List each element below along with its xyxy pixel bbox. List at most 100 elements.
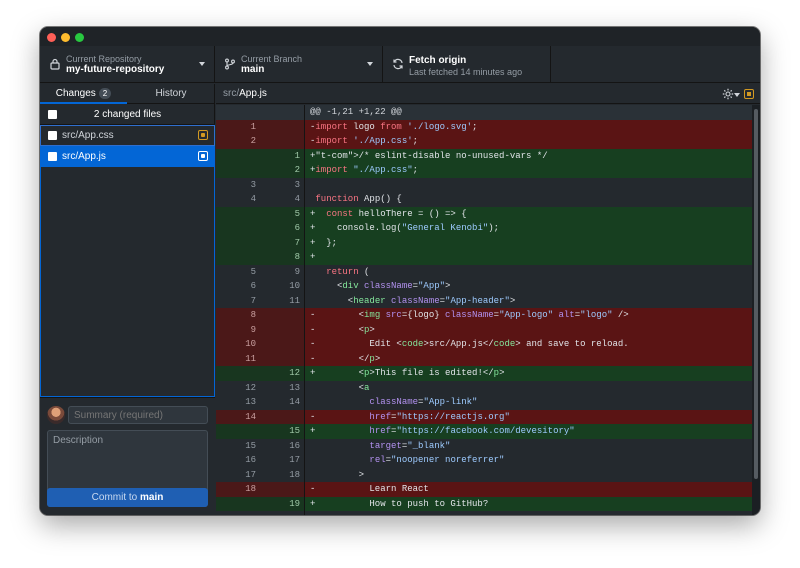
new-line-number — [260, 482, 304, 497]
tab-changes[interactable]: Changes 2 — [40, 84, 127, 104]
diff-line-del[interactable]: 8 - <img src={logo} className="App-logo" … — [216, 308, 752, 323]
fetch-origin-button[interactable]: Fetch origin Last fetched 14 minutes ago — [383, 46, 551, 83]
file-checkbox[interactable] — [48, 131, 57, 140]
diff-line-del[interactable]: 14 - href="https://reactjs.org" — [216, 409, 752, 424]
diff-line-add[interactable]: 15 + href="https://facebook.com/devesitor… — [216, 424, 752, 439]
toolbar: Current Repository my-future-repository … — [40, 46, 760, 83]
diff-scrollbar[interactable] — [752, 105, 760, 515]
diff-line-ctx[interactable]: 33 — [216, 177, 752, 192]
old-line-number: 10 — [216, 337, 260, 352]
diff-line-ctx[interactable]: 7 11 <header className="App-header"> — [216, 293, 752, 308]
old-line-number: 9 — [216, 322, 260, 337]
new-line-number — [260, 337, 304, 352]
sidebar: Changes 2 History 2 changed files src/App… — [40, 84, 215, 515]
diff-line-add[interactable]: 19 + How to push to GitHub? — [216, 496, 752, 511]
modified-file-icon — [198, 130, 208, 140]
old-line-number: 7 — [216, 293, 260, 308]
diff-line-code: - </p> — [305, 351, 752, 366]
old-line-number: 18 — [216, 482, 260, 497]
diff-file-path: src/App.js — [223, 88, 267, 99]
close-window-button[interactable] — [47, 33, 56, 42]
minimize-window-button[interactable] — [61, 33, 70, 42]
diff-line-del[interactable]: 1 -import logo from './logo.svg'; — [216, 119, 752, 134]
diff-line-code: target="_blank" — [305, 438, 752, 453]
description-placeholder: Description — [53, 435, 104, 446]
summary-input[interactable] — [68, 406, 208, 424]
diff-line-ctx[interactable]: 13 14 className="App-link" — [216, 395, 752, 410]
select-all-checkbox[interactable] — [48, 110, 57, 119]
new-line-number: 11 — [260, 293, 304, 308]
old-line-number: 1 — [216, 119, 260, 134]
gear-icon[interactable] — [722, 88, 734, 100]
scrollbar-thumb[interactable] — [754, 109, 758, 479]
diff-line-code: - <p> — [305, 322, 752, 337]
avatar — [47, 406, 65, 424]
new-line-number: 9 — [260, 264, 304, 279]
commit-button[interactable]: Commit to main — [47, 488, 208, 507]
diff-line-ctx[interactable]: 12 13 <a — [216, 380, 752, 395]
diff-line-del[interactable]: 18 - Learn React — [216, 482, 752, 497]
diff-line-ctx[interactable]: 15 16 target="_blank" — [216, 438, 752, 453]
new-line-number: 8 — [260, 250, 304, 265]
diff-line-hunk[interactable]: @@ -1,21 +1,22 @@ — [216, 105, 752, 120]
file-item-app-js[interactable]: src/App.js — [40, 146, 215, 167]
old-line-number: 12 — [216, 380, 260, 395]
lock-icon — [50, 58, 60, 70]
diff-line-del[interactable]: 2 -import './App.css'; — [216, 134, 752, 149]
last-fetched-status: Last fetched 14 minutes ago — [409, 67, 523, 77]
old-line-number — [216, 496, 260, 511]
diff-line-code: - href="https://reactjs.org" — [305, 409, 752, 424]
old-line-number — [216, 235, 260, 250]
diff-line-code: rel="noopener noreferrer" — [305, 453, 752, 468]
current-repository-dropdown[interactable]: Current Repository my-future-repository — [40, 46, 215, 83]
file-checkbox[interactable] — [48, 152, 57, 161]
diff-path-file: App.js — [239, 88, 267, 99]
diff-line-add[interactable]: 8 + — [216, 250, 752, 265]
new-line-number: 10 — [260, 279, 304, 294]
diff-line-del[interactable]: 9 - <p> — [216, 322, 752, 337]
modified-file-icon — [198, 151, 208, 161]
diff-line-ctx[interactable]: 6 10 <div className="App"> — [216, 279, 752, 294]
sidebar-tabs: Changes 2 History — [40, 84, 215, 104]
diff-line-del[interactable]: 10 - Edit <code>src/App.js</code> and sav… — [216, 337, 752, 352]
diff-line-ctx[interactable]: 17 18 > — [216, 467, 752, 482]
diff-line-add[interactable]: 1 +"t-com">/* eslint-disable no-unused-va… — [216, 148, 752, 163]
diff-line-code: > — [305, 467, 752, 482]
repository-label: Current Repository — [66, 54, 142, 64]
app-window: Current Repository my-future-repository … — [40, 27, 760, 515]
old-line-number — [216, 148, 260, 163]
diff-line-ctx[interactable]: 44 function App() { — [216, 192, 752, 207]
file-item-app-css[interactable]: src/App.css — [40, 125, 215, 146]
new-line-number: 6 — [260, 221, 304, 236]
tab-history-label: History — [155, 88, 187, 99]
sync-icon — [393, 58, 403, 70]
old-line-number — [216, 105, 260, 120]
diff-line-ctx[interactable]: 16 17 rel="noopener noreferrer" — [216, 453, 752, 468]
diff-line-add[interactable]: 2 +import "./App.css"; — [216, 163, 752, 178]
chevron-down-icon[interactable] — [734, 93, 740, 97]
diff-line-ctx[interactable]: 59 return ( — [216, 264, 752, 279]
diff-line-add[interactable]: 12 + <p>This file is edited!</p> — [216, 366, 752, 381]
new-line-number — [260, 351, 304, 366]
diff-line-del[interactable]: 11 - </p> — [216, 351, 752, 366]
old-line-number: 13 — [216, 395, 260, 410]
diff-line-code: <a — [305, 380, 752, 395]
new-line-number: 5 — [260, 206, 304, 221]
tab-history[interactable]: History — [127, 84, 215, 104]
old-line-number: 8 — [216, 308, 260, 323]
old-line-number: 17 — [216, 467, 260, 482]
diff-line-code: + — [305, 250, 752, 265]
current-branch-dropdown[interactable]: Current Branch main — [215, 46, 383, 83]
old-line-number: 3 — [216, 177, 260, 192]
new-line-number: 15 — [260, 424, 304, 439]
diff-line-add[interactable]: 5 + const helloThere = () => { — [216, 206, 752, 221]
modified-file-icon — [744, 89, 754, 99]
diff-line-code: - <img src={logo} className="App-logo" a… — [305, 308, 752, 323]
title-bar — [40, 27, 760, 46]
diff-line-add[interactable]: 6 + console.log("General Kenobi"); — [216, 221, 752, 236]
old-line-number — [216, 206, 260, 221]
diff-line-add[interactable]: 7 + }; — [216, 235, 752, 250]
old-line-number: 4 — [216, 192, 260, 207]
changed-files-count: 2 changed files — [93, 109, 162, 120]
zoom-window-button[interactable] — [75, 33, 84, 42]
